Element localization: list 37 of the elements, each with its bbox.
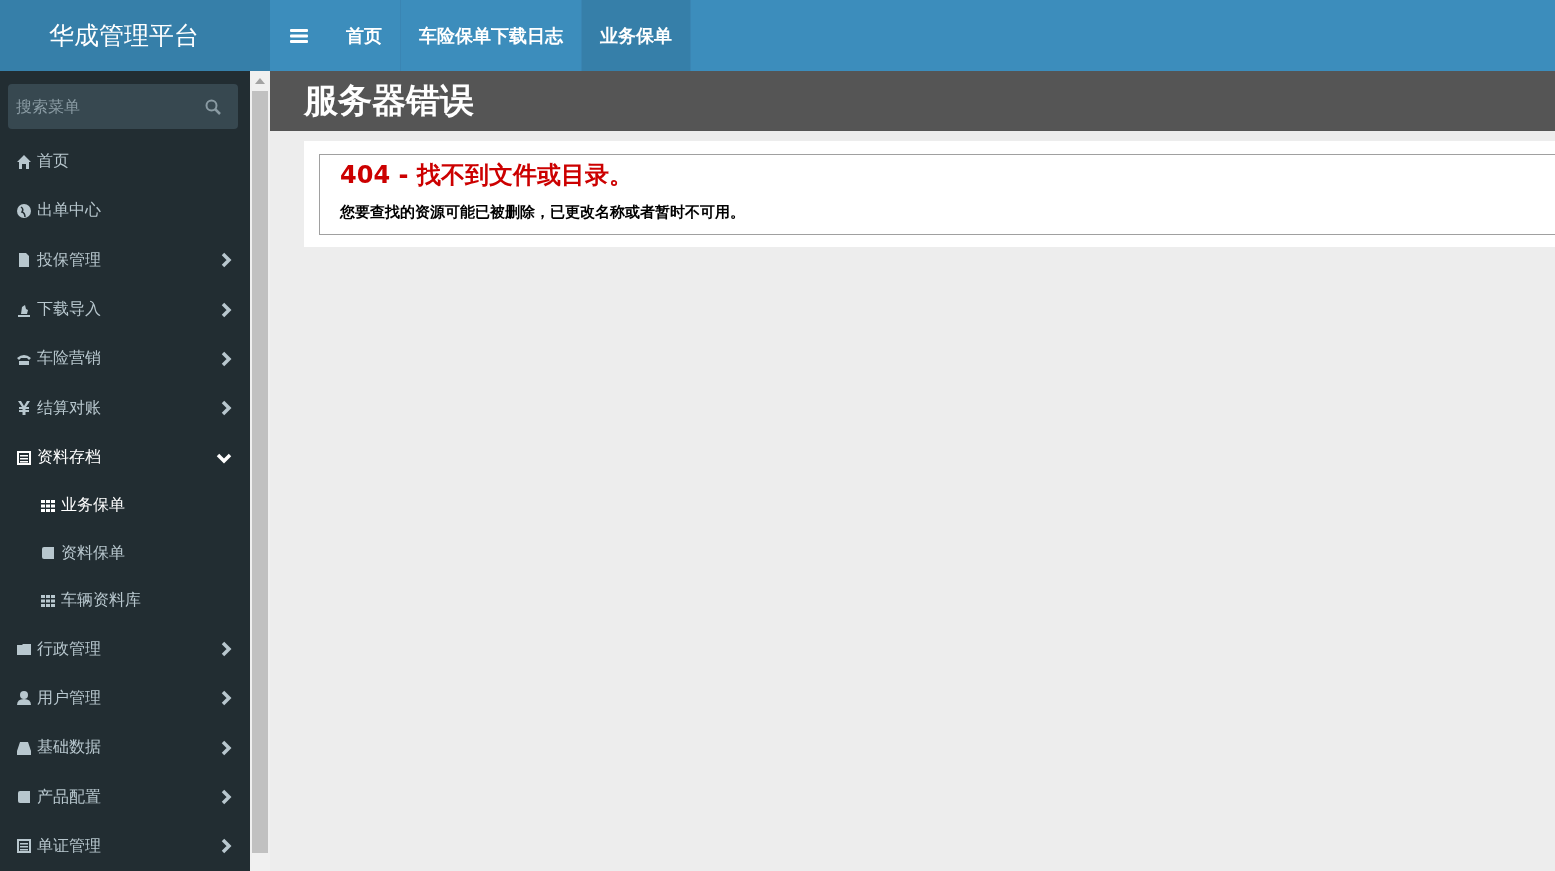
sidebar-item[interactable]: 结算对账 [0,383,250,433]
yen-icon [16,400,32,417]
home-icon [16,153,32,170]
scrollbar-thumb[interactable] [252,91,268,853]
file-icon [16,252,32,269]
drive-icon [16,739,32,756]
sidebar-item[interactable]: 出单中心 [0,186,250,236]
sidebar-item[interactable]: 基础数据 [0,723,250,773]
sidebar-item[interactable]: 投保管理 [0,235,250,285]
error-heading: 404 - 找不到文件或目录。 [340,160,634,191]
globe-icon [16,203,32,219]
search-icon[interactable] [205,99,221,115]
sidebar-item[interactable]: 车险营销 [0,334,250,384]
sidebar-item[interactable]: 用户管理 [0,673,250,724]
page-title: 服务器错误 [270,71,1555,131]
list-icon [16,449,32,466]
folder-icon [16,641,32,658]
sidebar-item[interactable]: 产品配置 [0,772,250,822]
nav-tab[interactable]: 业务保单 [582,0,691,71]
menu-icon [289,27,309,44]
grid-icon [40,592,56,609]
sidebar-item[interactable]: 资料存档 [0,432,250,483]
book-icon [16,789,32,805]
search-field[interactable]: 搜索菜单 [8,84,238,129]
sidebar-item[interactable]: 下载导入 [0,285,250,335]
user-icon [16,690,32,707]
sidebar-subitem[interactable]: 车辆资料库 [0,577,250,625]
grid-icon [40,497,56,514]
list-icon [16,838,32,855]
book-icon [40,545,56,562]
error-message: 您要查找的资源可能已被删除，已更改名称或者暂时不可用。 [340,203,746,222]
sidebar-item[interactable]: 首页 [0,137,250,187]
sidebar-subitem[interactable]: 资料保单 [0,529,250,577]
sidebar-item[interactable]: 单证管理 [0,821,250,871]
sidebar-subitem[interactable]: 业务保单 [0,482,250,530]
app-logo[interactable]: 华成管理平台 [0,0,270,71]
sidebar-item[interactable]: 行政管理 [0,624,250,674]
